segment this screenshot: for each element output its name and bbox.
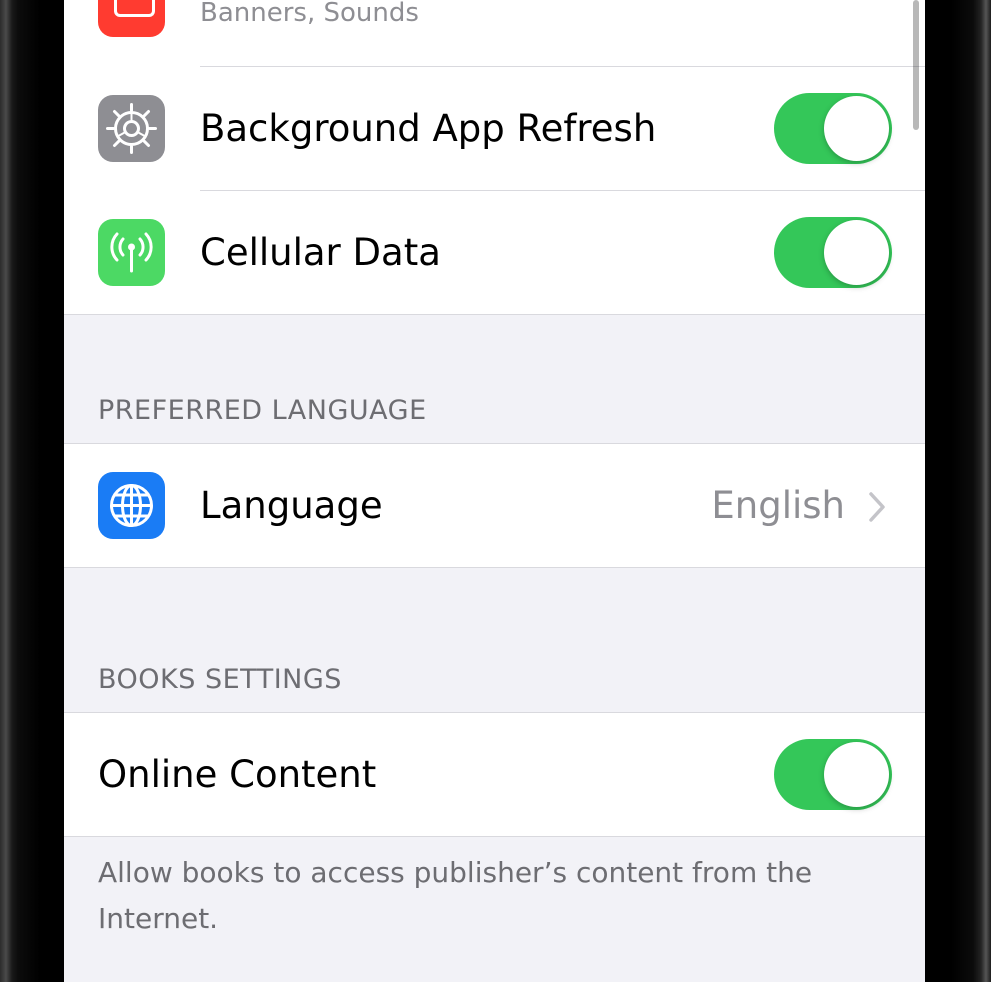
background-app-refresh-row[interactable]: Background App Refresh [64, 67, 925, 191]
toggle-knob [824, 742, 889, 807]
preferred-language-header: PREFERRED LANGUAGE [98, 395, 427, 426]
cellular-data-row[interactable]: Cellular Data [64, 191, 925, 315]
settings-screen[interactable]: Banners, Sounds Background App Refresh C… [64, 0, 925, 982]
background-app-refresh-label: Background App Refresh [200, 107, 657, 150]
online-content-toggle[interactable] [774, 739, 892, 810]
online-content-label: Online Content [98, 753, 377, 796]
books-settings-group: Online Content [64, 712, 925, 837]
background-app-refresh-toggle[interactable] [774, 93, 892, 164]
online-content-row[interactable]: Online Content [64, 713, 925, 837]
app-settings-group: Banners, Sounds Background App Refresh C… [64, 0, 925, 315]
toggle-knob [824, 96, 889, 161]
notifications-row[interactable]: Banners, Sounds [64, 0, 925, 66]
phone-bezel-left [0, 0, 64, 982]
cellular-data-toggle[interactable] [774, 217, 892, 288]
group-bottom-border [64, 567, 925, 568]
gear-icon [98, 95, 165, 162]
globe-icon [98, 472, 165, 539]
language-group: Language English [64, 443, 925, 568]
phone-bezel-right [925, 0, 991, 982]
language-value: English [711, 484, 845, 527]
language-row[interactable]: Language English [64, 444, 925, 568]
cellular-data-label: Cellular Data [200, 231, 441, 274]
chevron-right-icon [869, 492, 885, 522]
online-content-footer: Allow books to access publisher’s conten… [98, 856, 813, 935]
notifications-subtitle: Banners, Sounds [200, 0, 419, 28]
notifications-icon [98, 0, 165, 37]
language-label: Language [200, 484, 383, 527]
toggle-knob [824, 220, 889, 285]
books-settings-header: BOOKS SETTINGS [98, 664, 342, 695]
group-bottom-border [64, 836, 925, 837]
group-bottom-border [64, 314, 925, 315]
scroll-indicator[interactable] [913, 0, 919, 130]
antenna-icon [98, 219, 165, 286]
